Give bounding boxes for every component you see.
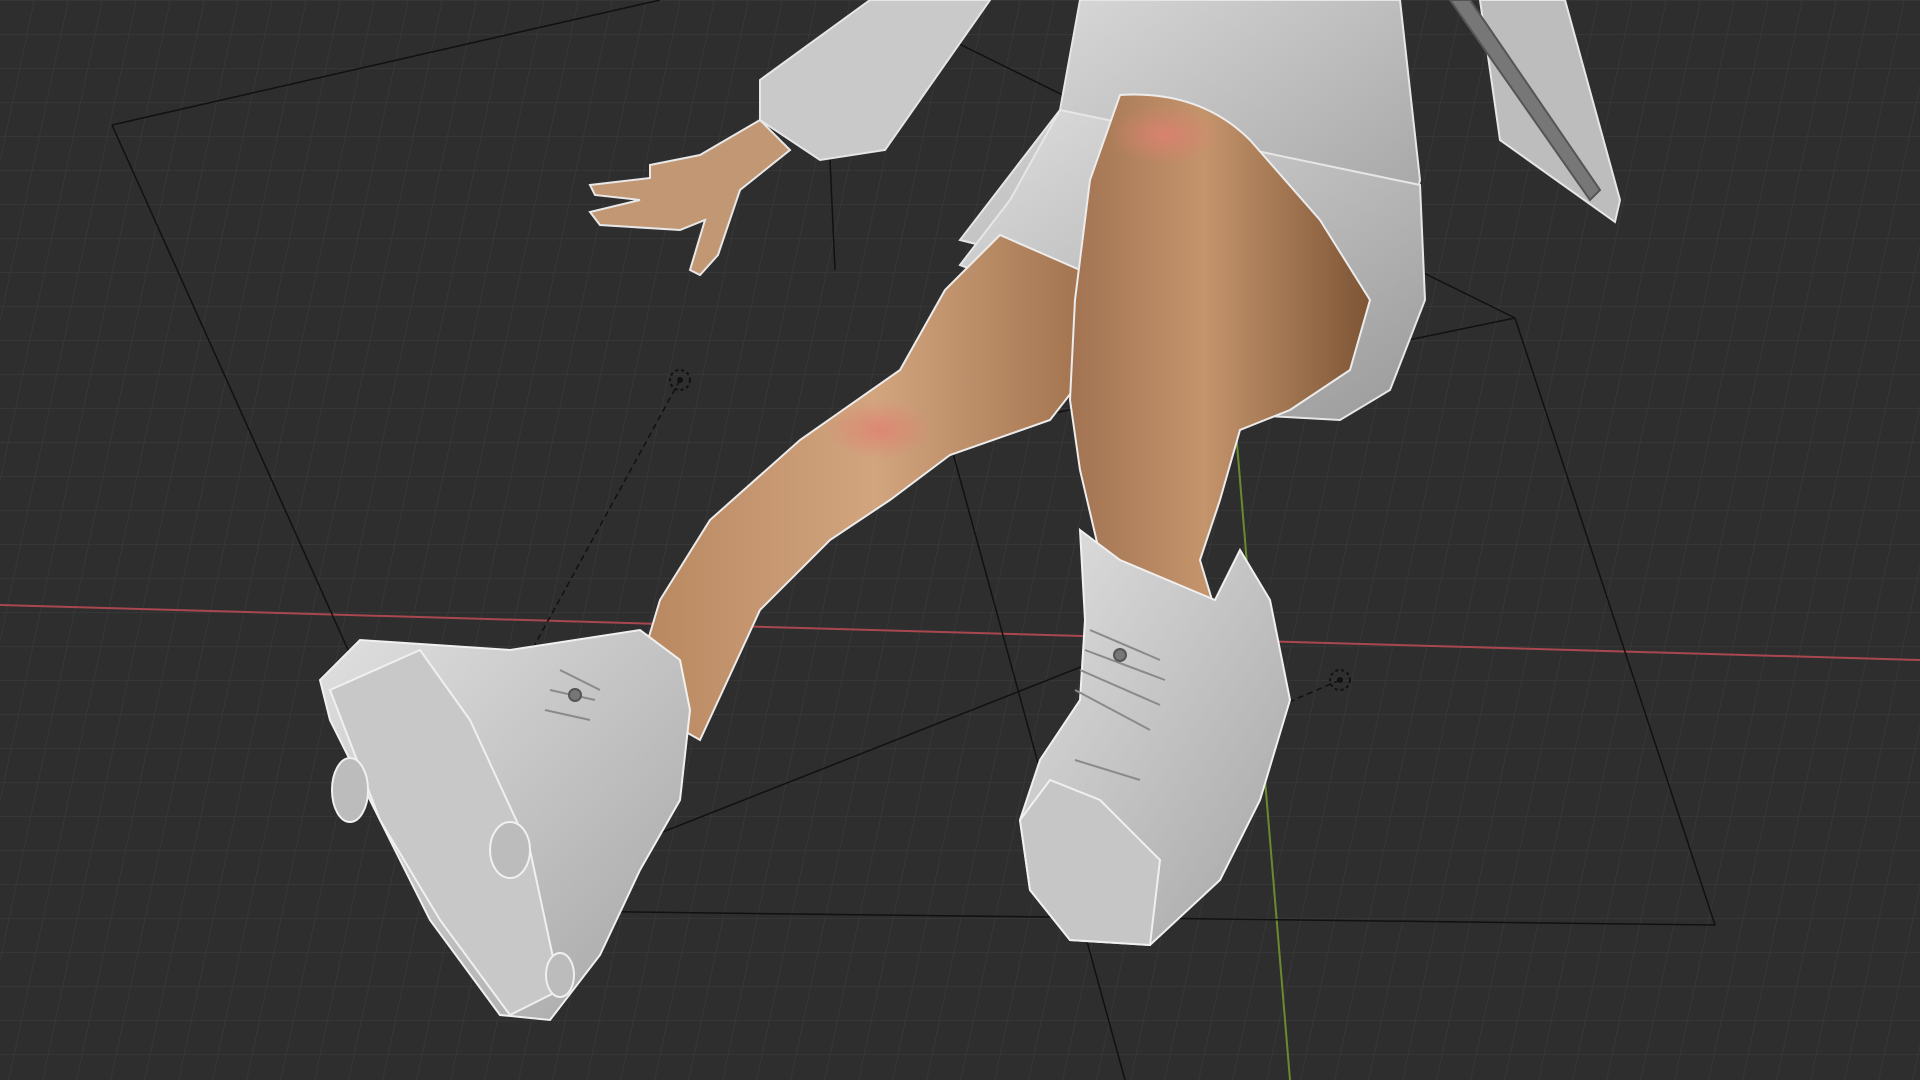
knee-blush-right [1110,105,1220,165]
knee-blush-left [825,400,935,460]
3d-viewport[interactable] [0,0,1920,1080]
floor-grid [0,0,1920,1080]
viewport-canvas[interactable] [0,0,1920,1080]
